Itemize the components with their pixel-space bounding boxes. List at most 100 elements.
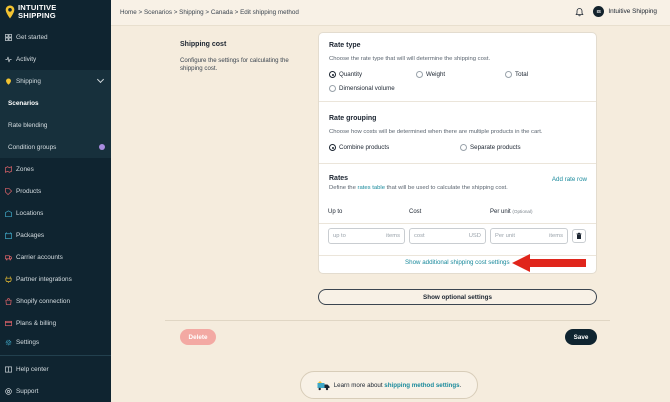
building-icon bbox=[5, 209, 12, 217]
radio-separate-products[interactable]: Separate products bbox=[460, 144, 521, 151]
col-header-per-unit: Per unit (Optional) bbox=[490, 209, 533, 215]
sidebar-item-label: Shipping bbox=[16, 77, 41, 85]
location-pin-icon bbox=[6, 77, 11, 85]
sidebar-item-settings[interactable]: Settings bbox=[0, 331, 111, 353]
save-button[interactable]: Save bbox=[565, 329, 597, 345]
show-additional-settings-link[interactable]: Show additional shipping cost settings bbox=[405, 259, 510, 266]
sidebar-item-label: Carrier accounts bbox=[16, 253, 63, 261]
book-icon bbox=[5, 366, 12, 372]
rates-title: Rates bbox=[329, 175, 349, 182]
sidebar-item-label: Rate blending bbox=[8, 121, 48, 129]
help-circle-icon bbox=[5, 387, 12, 395]
rates-description: Define the rates table that will be used… bbox=[329, 185, 508, 191]
section-description: Configure the settings for calculating t… bbox=[180, 57, 289, 72]
optional-note: (Optional) bbox=[512, 209, 533, 214]
sidebar-item-carrier-accounts[interactable]: Carrier accounts bbox=[0, 246, 111, 268]
radio-label: Separate products bbox=[470, 144, 521, 151]
radio-quantity[interactable]: Quantity bbox=[329, 71, 362, 78]
sidebar-item-support[interactable]: Support bbox=[0, 380, 111, 402]
sidebar-item-label: Settings bbox=[16, 338, 40, 346]
sidebar-item-get-started[interactable]: Get started bbox=[0, 26, 111, 48]
learn-more-text: Learn more about shipping method setting… bbox=[334, 382, 462, 389]
rates-table-link[interactable]: rates table bbox=[358, 185, 386, 191]
sidebar-item-label: Condition groups bbox=[8, 143, 57, 151]
cost-input[interactable]: cost USD bbox=[409, 228, 486, 244]
zones-icon bbox=[5, 165, 12, 173]
radio-label: Weight bbox=[426, 71, 446, 78]
sidebar-item-locations[interactable]: Locations bbox=[0, 202, 111, 224]
rate-type-title: Rate type bbox=[329, 42, 361, 49]
rates-description-text: that will be used to calculate the shipp… bbox=[385, 185, 508, 191]
radio-label: Total bbox=[515, 71, 529, 78]
section-title: Shipping cost bbox=[180, 41, 227, 48]
user-name: Intuitive Shipping bbox=[608, 8, 657, 15]
per-unit-suffix: items bbox=[549, 233, 563, 239]
breadcrumb[interactable]: Home > Scenarios > Shipping > Canada > E… bbox=[120, 9, 299, 16]
sidebar-item-condition-groups[interactable]: Condition groups bbox=[0, 136, 111, 158]
truck-illustration-icon bbox=[317, 380, 330, 390]
sidebar-item-shipping[interactable]: Shipping bbox=[0, 70, 111, 92]
radio-total[interactable]: Total bbox=[505, 71, 528, 78]
col-header-per-unit-label: Per unit bbox=[490, 209, 511, 215]
sidebar-item-label: Locations bbox=[16, 209, 44, 217]
trash-icon bbox=[576, 232, 582, 239]
rates-description-text: Define the bbox=[329, 185, 358, 191]
up-to-suffix: items bbox=[386, 233, 400, 239]
red-arrow-icon bbox=[512, 254, 586, 272]
sidebar-item-rate-blending[interactable]: Rate blending bbox=[0, 114, 111, 136]
sidebar-item-label: Products bbox=[16, 187, 42, 195]
col-header-cost: Cost bbox=[409, 209, 422, 215]
per-unit-input[interactable]: Per unit items bbox=[490, 228, 568, 244]
radio-label: Combine products bbox=[339, 144, 390, 151]
sidebar-item-products[interactable]: Products bbox=[0, 180, 111, 202]
sidebar-item-label: Shopify connection bbox=[16, 297, 71, 305]
sidebar-item-packages[interactable]: Packages bbox=[0, 224, 111, 246]
radio-weight[interactable]: Weight bbox=[416, 71, 445, 78]
grid-icon bbox=[5, 33, 12, 41]
avatar: IS bbox=[593, 6, 605, 17]
rate-grouping-title: Rate grouping bbox=[329, 115, 377, 122]
sidebar-divider bbox=[0, 355, 111, 356]
tag-icon bbox=[5, 187, 12, 195]
delete-row-button[interactable] bbox=[572, 229, 586, 243]
sidebar-item-label: Scenarios bbox=[8, 99, 39, 107]
col-header-up-to: Up to bbox=[328, 209, 343, 215]
sidebar-item-help-center[interactable]: Help center bbox=[0, 358, 111, 380]
plug-icon bbox=[5, 275, 12, 283]
footer-divider bbox=[165, 320, 610, 321]
radio-combine-products[interactable]: Combine products bbox=[329, 144, 389, 151]
radio-unchecked-icon bbox=[460, 144, 467, 151]
cost-placeholder: cost bbox=[414, 233, 425, 239]
app-logo[interactable]: INTUITIVE SHIPPING bbox=[5, 4, 57, 20]
sidebar-item-label: Help center bbox=[16, 365, 49, 373]
per-unit-placeholder: Per unit bbox=[495, 233, 515, 239]
up-to-input[interactable]: up to items bbox=[328, 228, 405, 244]
package-icon bbox=[5, 231, 12, 239]
sidebar-item-label: Get started bbox=[16, 33, 48, 41]
radio-label: Quantity bbox=[339, 71, 363, 78]
sidebar-item-zones[interactable]: Zones bbox=[0, 158, 111, 180]
user-menu[interactable]: IS Intuitive Shipping bbox=[593, 6, 657, 17]
sidebar: INTUITIVE SHIPPING Get started Activity … bbox=[0, 0, 111, 402]
credit-card-icon bbox=[5, 320, 12, 326]
sidebar-item-label: Activity bbox=[16, 55, 37, 63]
sidebar-item-activity[interactable]: Activity bbox=[0, 48, 111, 70]
sidebar-item-label: Zones bbox=[16, 165, 34, 173]
sidebar-item-label: Partner integrations bbox=[16, 275, 72, 283]
chevron-down-icon bbox=[96, 75, 105, 84]
sidebar-item-partner-integrations[interactable]: Partner integrations bbox=[0, 268, 111, 290]
sidebar-item-shopify-connection[interactable]: Shopify connection bbox=[0, 290, 111, 312]
delete-button[interactable]: Delete bbox=[180, 329, 216, 345]
show-optional-settings-button[interactable]: Show optional settings bbox=[318, 289, 597, 305]
add-rate-row-link[interactable]: Add rate row bbox=[552, 176, 587, 183]
divider bbox=[319, 223, 596, 224]
sidebar-item-label: Packages bbox=[16, 231, 45, 239]
radio-dimensional-volume[interactable]: Dimensional volume bbox=[329, 85, 395, 92]
divider bbox=[319, 163, 596, 164]
shipping-method-settings-link[interactable]: shipping method settings bbox=[384, 382, 459, 389]
radio-checked-icon bbox=[329, 71, 336, 78]
top-bar: Home > Scenarios > Shipping > Canada > E… bbox=[111, 0, 670, 26]
sidebar-item-label: Support bbox=[16, 387, 39, 395]
bell-icon[interactable] bbox=[575, 7, 584, 17]
sidebar-item-scenarios[interactable]: Scenarios bbox=[0, 92, 111, 114]
